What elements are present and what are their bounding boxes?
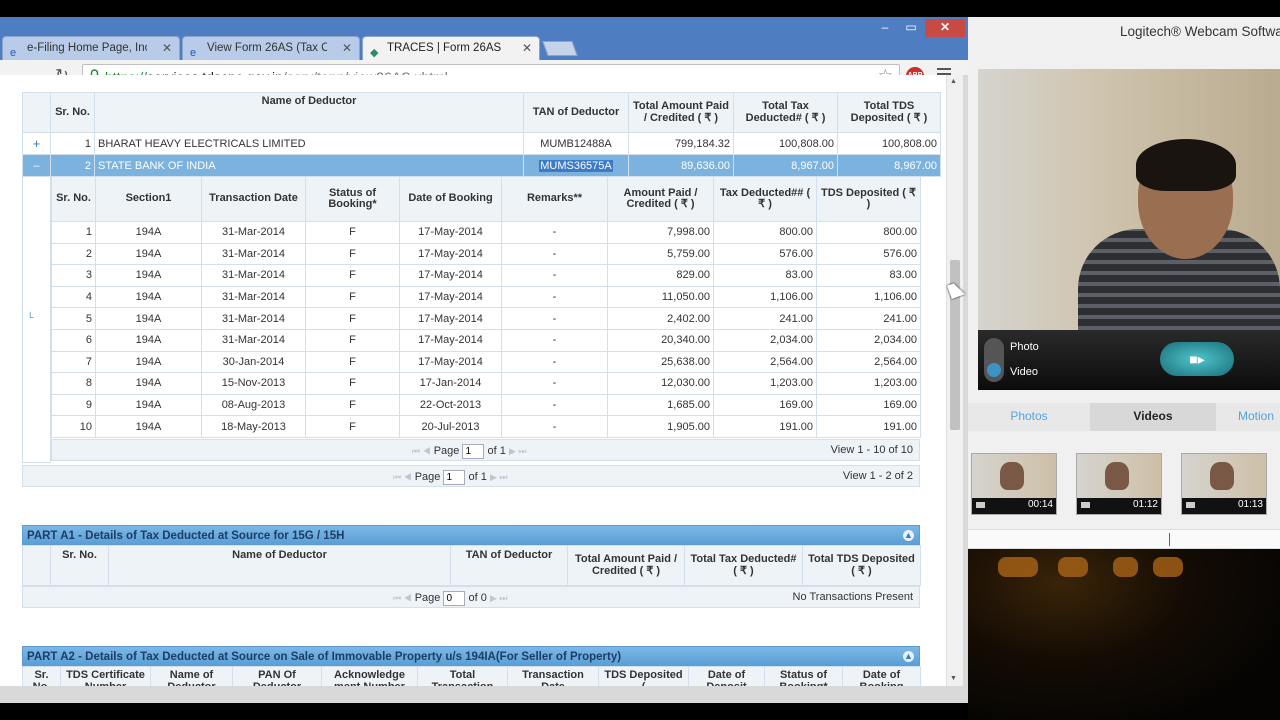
table-row[interactable]: 5 194A 31-Mar-2014 F 17-May-2014-2,402.00 241…: [51, 307, 921, 330]
header-tan: TAN of Deductor: [523, 92, 629, 133]
webcam-window: Logitech® Webcam Software Photo Video ■▸…: [968, 17, 1280, 720]
video-camera-icon: [1186, 502, 1195, 508]
part-a1-no-transactions: No Transactions Present: [792, 591, 913, 603]
photo-mode-label[interactable]: Photo: [1010, 341, 1039, 353]
collapse-section-icon[interactable]: ▲: [903, 530, 914, 541]
part-a1-header-row: Sr. No. Name of Deductor TAN of Deductor…: [22, 545, 921, 586]
video-thumbnail[interactable]: 01:12: [1076, 453, 1162, 515]
traces-logo-icon: ◆: [370, 47, 379, 59]
transaction-detail-table: Sr. No. Section1 Transaction Date Status…: [51, 176, 921, 438]
scroll-down-icon[interactable]: ▼: [950, 675, 957, 682]
timeline-bar[interactable]: [968, 529, 1280, 549]
subgrid-pager: ⏮ ◀ Page of 1 ▶ ⏭ View 1 - 10 of 10: [51, 439, 920, 461]
page-scrollbar[interactable]: ▲ ▼: [946, 75, 963, 686]
pager-next-last-icon[interactable]: ▶ ⏭: [509, 446, 527, 456]
ie-icon: e: [190, 47, 197, 59]
part-a1-table: Sr. No. Name of Deductor TAN of Deductor…: [22, 545, 921, 586]
table-row[interactable]: 9 194A 08-Aug-2013 F 22-Oct-2013-1,685.00 169…: [51, 393, 921, 417]
header-sr-no: Sr. No.: [50, 92, 95, 133]
part-a1-pager: ⏮ ◀ Page of 0 ▶ ⏭ No Transactions Presen…: [22, 586, 920, 608]
part-a-pager: ⏮ ◀ Page of 1 ▶ ⏭ View 1 - 2 of 2: [22, 465, 920, 487]
part-a2-header-row: Sr. No. TDS Certificate Number Name of D…: [22, 666, 921, 686]
table-row[interactable]: 3 194A 31-Mar-2014 F 17-May-2014-829.00 83.00…: [51, 264, 921, 287]
video-camera-icon: [1081, 502, 1090, 508]
video-camera-icon: ■▸: [1189, 351, 1205, 367]
new-tab-button[interactable]: [542, 41, 578, 56]
table-row[interactable]: 1 194A 31-Mar-2014 F 17-May-2014-7,998.00 800…: [51, 221, 921, 244]
capture-controls: Photo Video ■▸: [978, 330, 1280, 390]
video-thumbnails: 00:14 01:12 01:13: [968, 453, 1280, 517]
part-a-view-count: View 1 - 2 of 2: [842, 470, 913, 482]
header-name-of-deductor: Name of Deductor: [94, 92, 524, 133]
subgrid-marker-icon: └: [27, 312, 34, 322]
table-row[interactable]: 4 194A 31-Mar-2014 F 17-May-2014-11,050.00 1,…: [51, 285, 921, 309]
webcam-live-view: [978, 69, 1280, 339]
pager-next-last-icon[interactable]: ▶ ⏭: [490, 593, 508, 603]
tab-strip: e e-Filing Home Page, Inco ✕ e View Form…: [0, 17, 968, 60]
scroll-up-icon[interactable]: ▲: [950, 78, 957, 85]
video-thumbnail[interactable]: 00:14: [971, 453, 1057, 515]
pager-next-last-icon[interactable]: ▶ ⏭: [490, 472, 508, 482]
record-video-button[interactable]: ■▸: [1160, 342, 1234, 376]
tab-view-form-26as[interactable]: e View Form 26AS (Tax Cred ✕: [182, 36, 360, 60]
tab-videos[interactable]: Videos: [1090, 403, 1216, 431]
video-mode-label[interactable]: Video: [1010, 366, 1038, 378]
part-a-deductor-table: Sr. No. Name of Deductor TAN of Deductor…: [22, 92, 941, 177]
collapse-row-icon[interactable]: –: [22, 154, 51, 177]
page-number-input[interactable]: [443, 591, 466, 606]
table-row-selected[interactable]: – 2 STATE BANK OF INDIA MUMS36575A 89,63…: [22, 154, 941, 177]
table-row[interactable]: 7 194A 30-Jan-2014 F 17-May-2014-25,638.00 2,…: [51, 350, 921, 374]
close-tab-icon[interactable]: ✕: [162, 37, 172, 59]
window-close-button[interactable]: ✕: [925, 19, 965, 37]
subgrid-body: 1 194A 31-Mar-2014 F 17-May-2014-7,998.00 800…: [51, 221, 921, 438]
expand-row-icon[interactable]: +: [22, 132, 51, 155]
desktop-background: [968, 549, 1280, 720]
close-tab-icon[interactable]: ✕: [342, 37, 352, 59]
subgrid-rail: └: [22, 176, 51, 463]
table-row[interactable]: 8 194A 15-Nov-2013 F 17-Jan-2014-12,030.00 1,…: [51, 372, 921, 395]
page-content: Sr. No. Name of Deductor TAN of Deductor…: [0, 75, 946, 686]
selected-tan-text[interactable]: MUMS36575A: [539, 159, 613, 172]
subgrid-header-row: Sr. No. Section1 Transaction Date Status…: [51, 176, 921, 222]
subgrid-view-count: View 1 - 10 of 10: [830, 444, 913, 456]
tab-traces[interactable]: ◆ TRACES | Form 26AS ✕: [362, 36, 540, 60]
page-number-input[interactable]: [443, 470, 466, 485]
table-row[interactable]: 10 194A 18-May-2013 F 20-Jul-2013-1,905.00 19…: [51, 415, 921, 438]
part-a2-header[interactable]: PART A2 - Details of Tax Deducted at Sou…: [22, 646, 920, 666]
part-a2-table: Sr. No. TDS Certificate Number Name of D…: [22, 666, 921, 686]
gallery-tabs: Photos Videos Motion: [968, 403, 1280, 431]
close-tab-icon[interactable]: ✕: [522, 37, 532, 59]
minimize-button[interactable]: –: [872, 19, 898, 37]
video-camera-icon: [976, 502, 985, 508]
ie-icon: e: [10, 47, 17, 59]
pager-first-prev-icon[interactable]: ⏮ ◀: [393, 593, 412, 603]
collapse-section-icon[interactable]: ▲: [903, 651, 914, 662]
table-row[interactable]: 2 194A 31-Mar-2014 F 17-May-2014-5,759.00 576…: [51, 242, 921, 266]
part-a1-header[interactable]: PART A1 - Details of Tax Deducted at Sou…: [22, 525, 920, 545]
pager-first-prev-icon[interactable]: ⏮ ◀: [393, 472, 412, 482]
maximize-button[interactable]: ▭: [898, 19, 924, 37]
pager-first-prev-icon[interactable]: ⏮ ◀: [412, 446, 431, 456]
video-thumbnail[interactable]: 01:13: [1181, 453, 1267, 515]
header-total-tds-deposited: Total TDS Deposited ( ₹ ): [837, 92, 941, 133]
webcam-title: Logitech® Webcam Software: [1120, 24, 1280, 39]
page-number-input[interactable]: [462, 444, 485, 459]
table-row[interactable]: 6 194A 31-Mar-2014 F 17-May-2014-20,340.00 2,…: [51, 328, 921, 352]
table-row[interactable]: + 1 BHARAT HEAVY ELECTRICALS LIMITED MUM…: [22, 132, 941, 155]
tab-motion[interactable]: Motion: [1216, 403, 1280, 431]
photo-video-toggle[interactable]: [984, 338, 1004, 382]
header-total-tax-deducted: Total Tax Deducted# ( ₹ ): [733, 92, 838, 133]
header-total-amount: Total Amount Paid / Credited ( ₹ ): [628, 92, 734, 133]
table-header-row: Sr. No. Name of Deductor TAN of Deductor…: [22, 92, 941, 133]
tab-photos[interactable]: Photos: [968, 403, 1090, 431]
tab-efiling[interactable]: e e-Filing Home Page, Inco ✕: [2, 36, 180, 60]
